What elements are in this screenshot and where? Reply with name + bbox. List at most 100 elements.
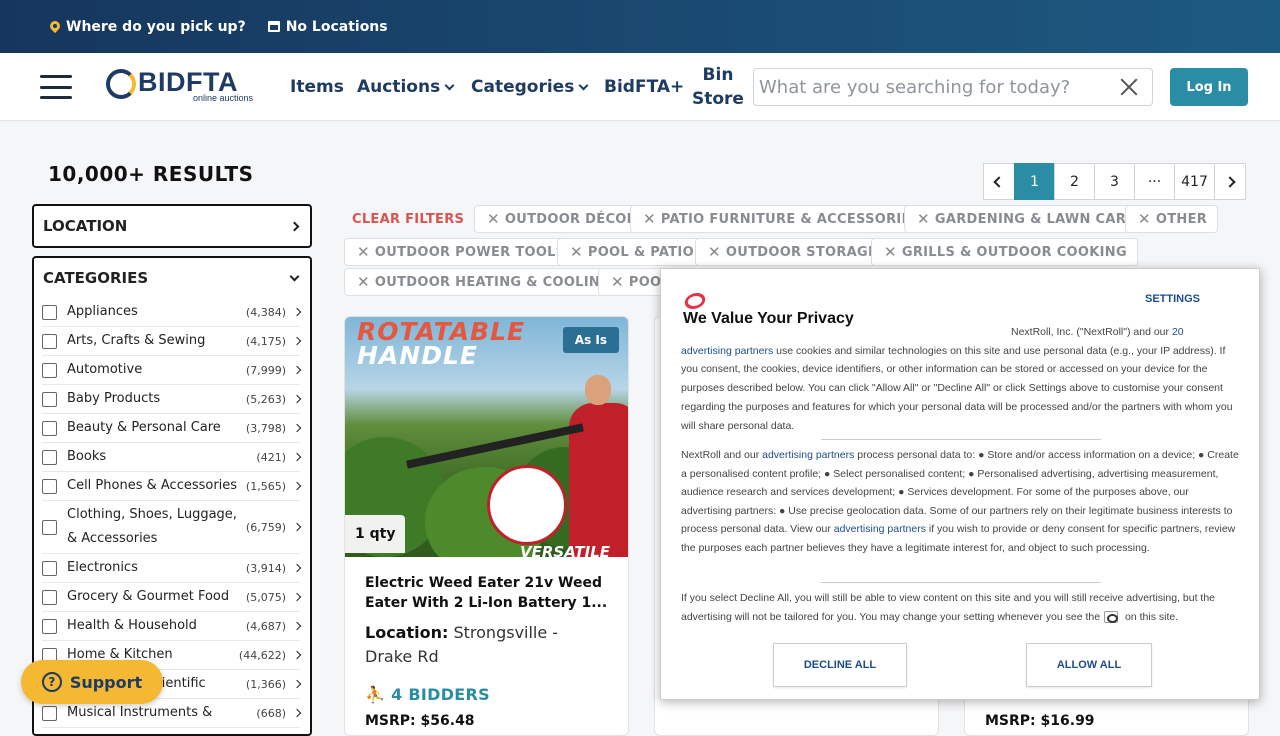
product-image[interactable]: ROTATABLE HANDLE VERSATILE As Is 1 qty bbox=[345, 317, 628, 557]
location-filter[interactable]: LOCATION bbox=[32, 204, 312, 248]
page-ellipsis: ··· bbox=[1134, 163, 1175, 200]
filter-chip[interactable]: ✕ GRILLS & OUTDOOR COOKING bbox=[871, 238, 1138, 266]
category-checkbox[interactable] bbox=[42, 420, 57, 436]
remove-filter-icon[interactable]: ✕ bbox=[357, 273, 370, 291]
filter-chip[interactable]: ✕ OUTDOOR STORAGE bbox=[695, 238, 889, 266]
location-label: Location: bbox=[365, 623, 449, 642]
advertising-partners-link[interactable]: advertising partners bbox=[681, 345, 773, 357]
prev-page-button[interactable] bbox=[983, 163, 1015, 200]
category-count: (5,075) bbox=[245, 590, 286, 604]
remove-filter-icon[interactable]: ✕ bbox=[357, 243, 370, 261]
decline-all-button[interactable]: DECLINE ALL bbox=[773, 643, 907, 687]
page-button[interactable]: 3 bbox=[1094, 163, 1135, 200]
category-item[interactable]: Appliances (4,384) bbox=[42, 298, 302, 327]
nav-bin-store[interactable]: Bin Store bbox=[692, 53, 744, 121]
category-label: Clothing, Shoes, Luggage, & Accessories bbox=[67, 507, 237, 546]
allow-all-button[interactable]: ALLOW ALL bbox=[1026, 643, 1152, 687]
partners-count-link[interactable]: 20 bbox=[1172, 326, 1184, 338]
category-count: (1,565) bbox=[245, 479, 286, 493]
logo-mark-icon bbox=[106, 69, 136, 99]
category-item[interactable]: Automotive (7,999) bbox=[42, 356, 302, 385]
category-checkbox[interactable] bbox=[42, 560, 57, 576]
category-checkbox[interactable] bbox=[42, 705, 57, 721]
remove-filter-icon[interactable]: ✕ bbox=[917, 210, 930, 228]
category-checkbox[interactable] bbox=[42, 478, 57, 494]
category-checkbox[interactable] bbox=[42, 618, 57, 634]
nav-auctions[interactable]: Auctions bbox=[357, 53, 455, 121]
category-checkbox[interactable] bbox=[42, 589, 57, 605]
category-count: (7,999) bbox=[245, 363, 286, 377]
remove-filter-icon[interactable]: ✕ bbox=[487, 210, 500, 228]
filter-chip[interactable]: ✕ POOL & PATIO bbox=[557, 238, 705, 266]
filter-chip[interactable]: ✕ GARDENING & LAWN CARE bbox=[904, 205, 1147, 233]
advertising-partners-link[interactable]: advertising partners bbox=[834, 523, 926, 535]
category-item[interactable]: Baby Products (5,263) bbox=[42, 385, 302, 414]
category-item[interactable]: Beauty & Personal Care (3,798) bbox=[42, 414, 302, 443]
category-count: (3,914) bbox=[245, 561, 286, 575]
chevron-right-icon bbox=[292, 423, 302, 433]
categories-filter-header[interactable]: CATEGORIES bbox=[34, 258, 310, 298]
category-item[interactable]: Health & Household (4,687) bbox=[42, 612, 302, 641]
support-button[interactable]: ? Support bbox=[21, 660, 163, 704]
product-card[interactable]: ROTATABLE HANDLE VERSATILE As Is 1 qty E… bbox=[344, 316, 629, 736]
remove-filter-icon[interactable]: ✕ bbox=[1138, 210, 1151, 228]
remove-filter-icon[interactable]: ✕ bbox=[643, 210, 656, 228]
category-item[interactable]: Clothing, Shoes, Luggage, & Accessories (… bbox=[42, 501, 302, 554]
category-checkbox[interactable] bbox=[42, 519, 57, 535]
category-checkbox[interactable] bbox=[42, 391, 57, 407]
location-filter-header[interactable]: LOCATION bbox=[34, 206, 310, 246]
page-button[interactable]: 417 bbox=[1174, 163, 1215, 200]
top-bar: Where do you pick up? No Locations bbox=[0, 0, 1280, 53]
menu-icon[interactable] bbox=[40, 75, 72, 99]
category-label: Cell Phones & Accessories bbox=[67, 478, 238, 493]
category-item[interactable]: Grocery & Gourmet Food (5,075) bbox=[42, 583, 302, 612]
search-input[interactable] bbox=[754, 69, 1104, 105]
clear-search-icon[interactable] bbox=[1120, 78, 1138, 96]
category-checkbox[interactable] bbox=[42, 449, 57, 465]
nav-categories[interactable]: Categories bbox=[471, 53, 589, 121]
page-button[interactable]: 2 bbox=[1054, 163, 1095, 200]
remove-filter-icon[interactable]: ✕ bbox=[884, 243, 897, 261]
tool-attachments-graphic bbox=[487, 465, 567, 545]
p3-text-b: on this site. bbox=[1125, 610, 1179, 623]
remove-filter-icon[interactable]: ✕ bbox=[570, 243, 583, 261]
category-item[interactable]: Cell Phones & Accessories (1,565) bbox=[42, 472, 302, 501]
category-count: (1,366) bbox=[245, 677, 286, 691]
chevron-right-icon bbox=[292, 307, 302, 317]
remove-filter-icon[interactable]: ✕ bbox=[708, 243, 721, 261]
pickup-location-selector[interactable]: Where do you pick up? bbox=[50, 19, 246, 35]
next-page-button[interactable] bbox=[1214, 163, 1246, 200]
privacy-paragraph-1: NextRoll, Inc. ("NextRoll") and our 20 ad… bbox=[681, 323, 1241, 435]
nextroll-settings-icon[interactable] bbox=[1104, 610, 1119, 623]
category-checkbox[interactable] bbox=[42, 362, 57, 378]
clear-filters-button[interactable]: CLEAR FILTERS bbox=[352, 212, 464, 227]
results-count: 10,000+ RESULTS bbox=[48, 162, 254, 186]
nav-items-label: Items bbox=[290, 77, 344, 97]
nav-bidfta-plus[interactable]: BidFTA+ bbox=[604, 53, 684, 121]
nav-items[interactable]: Items bbox=[290, 53, 344, 121]
category-item[interactable]: Electronics (3,914) bbox=[42, 554, 302, 583]
filter-chip-label: GRILLS & OUTDOOR COOKING bbox=[901, 244, 1127, 260]
filter-chip[interactable]: ✕ OUTDOOR HEATING & COOLING bbox=[344, 268, 623, 296]
selected-locations[interactable]: No Locations bbox=[267, 19, 388, 35]
remove-filter-icon[interactable]: ✕ bbox=[611, 273, 624, 291]
filter-chip[interactable]: ✕ OUTDOOR DÉCOR bbox=[474, 205, 648, 233]
filter-chip[interactable]: ✕ PATIO FURNITURE & ACCESSORIES bbox=[630, 205, 932, 233]
product-title[interactable]: Electric Weed Eater 21v Weed Eater With … bbox=[365, 573, 615, 613]
category-checkbox[interactable] bbox=[42, 333, 57, 349]
divider bbox=[821, 582, 1101, 583]
category-item[interactable]: Books (421) bbox=[42, 443, 302, 472]
filter-chip[interactable]: ✕ OTHER bbox=[1125, 205, 1219, 233]
category-item[interactable]: Arts, Crafts & Sewing (4,175) bbox=[42, 327, 302, 356]
bidfta-logo[interactable]: BIDFTA online auctions bbox=[106, 67, 262, 105]
help-icon: ? bbox=[41, 672, 62, 692]
filter-chip[interactable]: ✕ OUTDOOR POWER TOOLS bbox=[344, 238, 577, 266]
chevron-right-icon bbox=[292, 394, 302, 404]
page-button[interactable]: 1 bbox=[1014, 163, 1055, 200]
login-button[interactable]: Log In bbox=[1170, 68, 1248, 106]
category-label: Automotive bbox=[67, 362, 143, 377]
chevron-down-icon bbox=[578, 80, 589, 90]
advertising-partners-link[interactable]: advertising partners bbox=[762, 449, 854, 461]
settings-link[interactable]: SETTINGS bbox=[1145, 293, 1200, 305]
category-checkbox[interactable] bbox=[42, 304, 57, 320]
